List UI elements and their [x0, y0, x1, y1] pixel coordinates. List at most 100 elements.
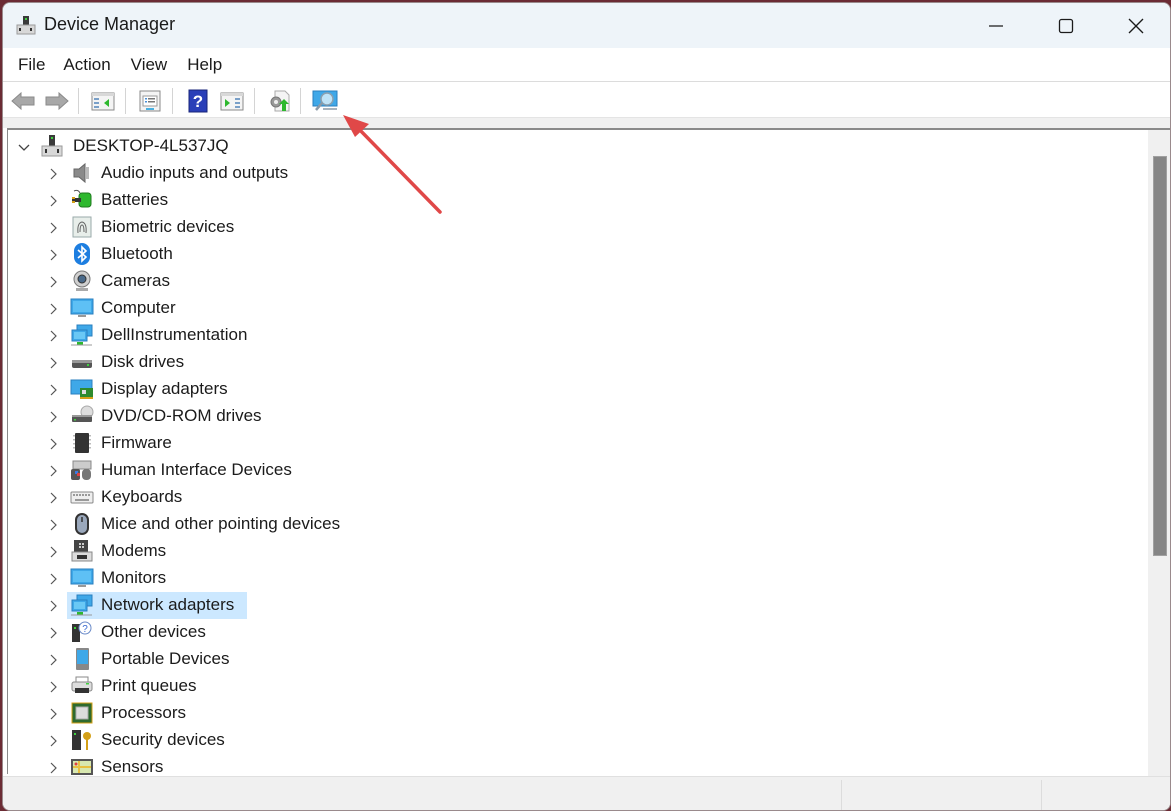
scan-hardware-icon	[312, 90, 338, 111]
chevron-right-icon[interactable]	[47, 735, 59, 747]
chevron-right-icon[interactable]	[47, 168, 59, 180]
tree-item[interactable]: Keyboards	[8, 484, 1108, 511]
chevron-right-icon[interactable]	[47, 600, 59, 612]
tree-item[interactable]: Display adapters	[8, 376, 1108, 403]
menu-view[interactable]: View	[122, 55, 177, 75]
chevron-right-icon[interactable]	[47, 681, 59, 693]
tree-item-label: Other devices	[101, 622, 206, 641]
chevron-right-icon[interactable]	[47, 519, 59, 531]
chevron-right-icon[interactable]	[47, 708, 59, 720]
chevron-right-icon[interactable]	[47, 249, 59, 261]
tree-item[interactable]: DellInstrumentation	[8, 322, 1108, 349]
tree-item[interactable]: Cameras	[8, 268, 1108, 295]
toolbar-separator	[254, 88, 255, 114]
chevron-right-icon[interactable]	[47, 222, 59, 234]
tree-item[interactable]: Computer	[8, 295, 1108, 322]
update-driver-icon	[270, 90, 290, 112]
back-button[interactable]	[9, 88, 37, 114]
tree-item-label: Network adapters	[101, 595, 235, 614]
tree-item[interactable]: Portable Devices	[8, 646, 1108, 673]
chevron-right-icon[interactable]	[47, 654, 59, 666]
help-button[interactable]: ?	[184, 88, 212, 114]
chevron-right-icon[interactable]	[47, 492, 59, 504]
tree-item[interactable]: Security devices	[8, 727, 1108, 754]
tree-item[interactable]: Monitors	[8, 565, 1108, 592]
mouse-icon	[75, 513, 89, 535]
tree-root[interactable]: DESKTOP-4L537JQ	[8, 133, 1108, 160]
svg-text:?: ?	[82, 624, 88, 635]
tree-item-label: Disk drives	[101, 352, 185, 371]
tree-item-label: Print queues	[101, 676, 197, 695]
tree-item[interactable]: Batteries	[8, 187, 1108, 214]
chip-icon	[73, 433, 91, 453]
action-pane-icon	[220, 92, 244, 111]
status-pane	[1041, 780, 1042, 810]
chevron-right-icon[interactable]	[47, 357, 59, 369]
chevron-right-icon[interactable]	[47, 330, 59, 342]
webcam-icon	[73, 270, 91, 291]
chevron-right-icon[interactable]	[47, 465, 59, 477]
console-tree-icon	[91, 92, 115, 111]
tree-item[interactable]: Bluetooth	[8, 241, 1108, 268]
minimize-button[interactable]	[961, 3, 1031, 48]
hid-icon	[71, 460, 92, 480]
tree-item[interactable]: Print queues	[8, 673, 1108, 700]
tree-item[interactable]: Processors	[8, 700, 1108, 727]
tree-item-label: Biometric devices	[101, 217, 235, 236]
bluetooth-icon	[74, 243, 90, 265]
tree-item[interactable]: Firmware	[8, 430, 1108, 457]
tree-item-label: Batteries	[101, 190, 169, 209]
scan-for-hardware-changes-button[interactable]	[311, 88, 339, 114]
security-device-icon	[72, 730, 91, 750]
chevron-right-icon[interactable]	[47, 573, 59, 585]
scrollbar-thumb[interactable]	[1153, 156, 1167, 556]
display-adapter-icon	[70, 379, 93, 399]
menu-bar: File Action View Help	[3, 48, 1170, 82]
chevron-right-icon[interactable]	[47, 546, 59, 558]
vertical-scrollbar[interactable]	[1148, 130, 1170, 776]
chevron-right-icon[interactable]	[47, 627, 59, 639]
tree-item-label: Modems	[101, 541, 167, 560]
menu-file[interactable]: File	[9, 55, 54, 75]
chevron-right-icon[interactable]	[47, 411, 59, 423]
chevron-right-icon[interactable]	[47, 762, 59, 774]
update-driver-button[interactable]	[265, 88, 293, 114]
tree-item[interactable]: Disk drives	[8, 349, 1108, 376]
tree-item[interactable]: Modems	[8, 538, 1108, 565]
menu-help[interactable]: Help	[178, 55, 231, 75]
show-hide-console-tree-button[interactable]	[89, 88, 117, 114]
tree-item[interactable]: Network adapters	[8, 592, 1108, 619]
tree-item-label: Monitors	[101, 568, 167, 587]
tree-item-label: Firmware	[101, 433, 172, 452]
device-manager-window: Device Manager File Action View Help ? D…	[2, 2, 1171, 811]
chevron-right-icon[interactable]	[47, 303, 59, 315]
tree-item-label: Bluetooth	[101, 244, 173, 263]
sensor-icon	[71, 759, 93, 775]
tree-item-label: DVD/CD-ROM drives	[101, 406, 262, 425]
chevron-right-icon[interactable]	[47, 195, 59, 207]
dvd-drive-icon	[72, 405, 94, 422]
printer-icon	[71, 676, 93, 693]
device-tree-pane: DESKTOP-4L537JQ Audio inputs and outputs…	[7, 128, 1170, 776]
menu-action[interactable]: Action	[54, 55, 119, 75]
forward-button[interactable]	[43, 88, 71, 114]
chevron-right-icon[interactable]	[47, 438, 59, 450]
chevron-down-icon[interactable]	[18, 141, 30, 153]
keyboard-icon	[70, 491, 94, 504]
tree-item[interactable]: ? Other devices	[8, 619, 1108, 646]
tree-item-label: Computer	[101, 298, 176, 317]
help-icon: ?	[188, 89, 208, 113]
chevron-right-icon[interactable]	[47, 276, 59, 288]
chevron-right-icon[interactable]	[47, 384, 59, 396]
properties-button[interactable]	[136, 88, 164, 114]
tree-item[interactable]: Mice and other pointing devices	[8, 511, 1108, 538]
maximize-button[interactable]	[1031, 3, 1101, 48]
tree-item[interactable]: DVD/CD-ROM drives	[8, 403, 1108, 430]
show-hide-action-pane-button[interactable]	[218, 88, 246, 114]
close-button[interactable]	[1101, 3, 1170, 48]
portable-device-icon	[76, 648, 89, 670]
tree-item[interactable]: Biometric devices	[8, 214, 1108, 241]
tree-item[interactable]: Human Interface Devices	[8, 457, 1108, 484]
tree-item[interactable]: Sensors	[8, 754, 1108, 776]
tree-item[interactable]: Audio inputs and outputs	[8, 160, 1108, 187]
